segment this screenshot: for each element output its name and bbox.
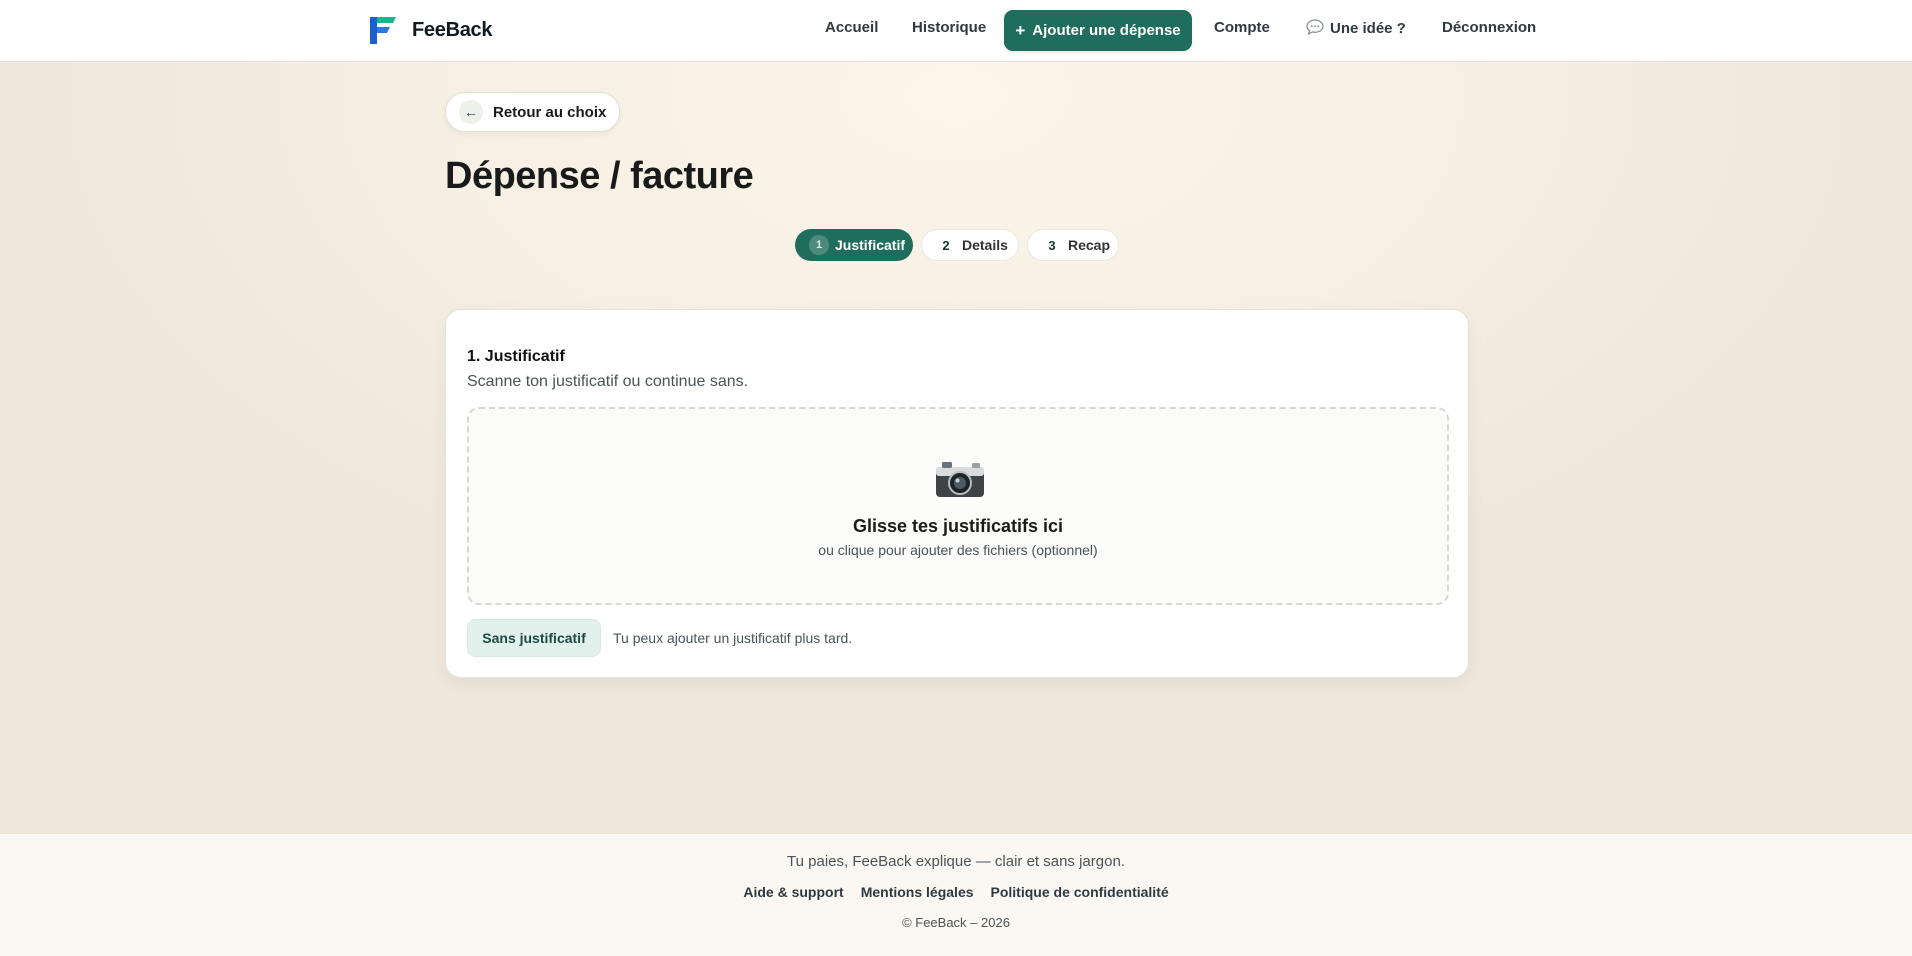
file-dropzone[interactable]: Glisse tes justificatifs ici ou clique p…: [467, 407, 1449, 605]
nav-history[interactable]: Historique: [912, 19, 986, 36]
step-details[interactable]: 2 Details: [921, 229, 1019, 261]
footer-copyright: © FeeBack – 2026: [902, 915, 1010, 930]
dropzone-title: Glisse tes justificatifs ici: [852, 516, 1064, 536]
receipt-step-card: 1. Justificatif Scanne ton justificatif …: [445, 309, 1469, 678]
dropzone-subtitle: ou clique pour ajouter des fichiers (opt…: [818, 542, 1098, 558]
footer-link-support[interactable]: Aide & support: [743, 884, 843, 900]
step-justificatif[interactable]: 1 Justificatif: [795, 229, 913, 261]
card-subtitle: Scanne ton justificatif ou continue sans…: [467, 373, 749, 390]
footer-link-legal[interactable]: Mentions légales: [861, 884, 974, 900]
nav-logout[interactable]: Déconnexion: [1442, 19, 1536, 36]
step-label: Recap: [1068, 237, 1111, 253]
footer-links: Aide & support Mentions légales Politiqu…: [0, 884, 1912, 900]
feeback-logo-icon: [368, 14, 398, 46]
site-footer: Tu paies, FeeBack explique — clair et sa…: [0, 833, 1912, 956]
speech-bubble-icon: [1306, 19, 1324, 35]
brand-name: FeeBack: [412, 18, 493, 41]
no-receipt-button[interactable]: Sans justificatif: [467, 619, 601, 657]
step-label: Details: [962, 237, 1008, 253]
plus-icon: +: [1015, 20, 1026, 40]
step-label: Justificatif: [835, 237, 906, 253]
top-nav-bar: FeeBack Accueil Historique + Ajouter une…: [0, 0, 1912, 62]
back-to-choice-button[interactable]: ← Retour au choix: [445, 92, 620, 132]
step-recap[interactable]: 3 Recap: [1027, 229, 1119, 261]
nav-idea-label: Une idée ?: [1330, 20, 1406, 37]
page-title: Dépense / facture: [445, 155, 754, 197]
brand-logo[interactable]: FeeBack: [368, 14, 492, 46]
step-number: 1: [809, 235, 829, 255]
step-number: 2: [942, 237, 950, 253]
footer-tagline: Tu paies, FeeBack explique — clair et sa…: [787, 853, 1125, 870]
nav-account[interactable]: Compte: [1214, 19, 1270, 36]
step-number: 3: [1048, 237, 1056, 253]
back-label: Retour au choix: [493, 103, 607, 121]
arrow-left-icon: ←: [459, 100, 483, 124]
add-expense-button[interactable]: + Ajouter une dépense: [1004, 10, 1192, 51]
camera-icon: [936, 462, 984, 497]
card-title: 1. Justificatif: [467, 348, 565, 365]
nav-home[interactable]: Accueil: [825, 19, 878, 36]
add-expense-label: Ajouter une dépense: [1032, 22, 1181, 39]
nav-idea[interactable]: Une idée ?: [1306, 19, 1406, 37]
skip-hint: Tu peux ajouter un justificatif plus tar…: [613, 630, 853, 646]
footer-link-privacy[interactable]: Politique de confidentialité: [991, 884, 1169, 900]
